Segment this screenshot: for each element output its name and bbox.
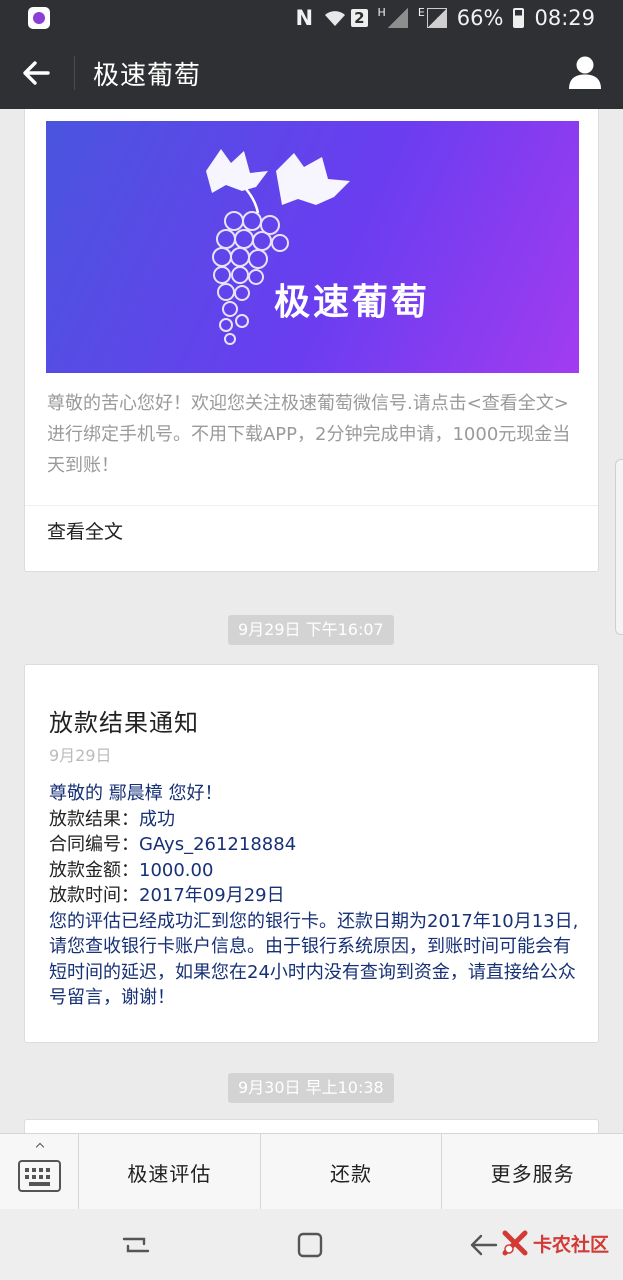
notice-date: 9月29日 — [49, 746, 112, 765]
notice-contract-row: 合同编号：GAys_261218884 — [49, 832, 579, 858]
result-label: 放款结果： — [49, 808, 139, 830]
back-arrow-icon[interactable] — [18, 54, 56, 92]
e-tag: E — [417, 6, 425, 19]
message-feed[interactable]: 极速葡萄 尊敬的苦心您好！欢迎您关注极速葡萄微信号.请点击<查看全文>进行绑定手… — [0, 109, 623, 1133]
read-full-text-link[interactable]: 查看全文 — [47, 517, 123, 544]
caret-up-icon — [35, 1142, 45, 1152]
banner-title: 极速葡萄 — [274, 282, 431, 323]
kanong-logo-icon — [502, 1230, 528, 1256]
next-card[interactable] — [24, 1119, 599, 1133]
contract-value: GAys_261218884 — [139, 834, 297, 855]
battery-percent: 66% — [456, 6, 504, 30]
signal-icon-2 — [426, 8, 447, 28]
watermark-text: 卡农社区 — [532, 1233, 609, 1256]
time-label: 放款时间： — [49, 885, 139, 906]
scroll-handle[interactable] — [615, 459, 623, 635]
keyboard-icon — [18, 1160, 61, 1192]
battery-icon — [513, 8, 525, 28]
notice-amount-row: 放款金额：1000.00 — [49, 858, 579, 884]
menu-bar: 极速评估 还款 更多服务 — [0, 1133, 623, 1210]
notice-card[interactable]: 放款结果通知 9月29日 尊敬的 鄢晨樟 您好！ 放款结果：成功 合同编号：GA… — [24, 664, 599, 1043]
notice-title: 放款结果通知 — [49, 709, 199, 737]
notice-paragraph: 您的评估已经成功汇到您的银行卡。还款日期为2017年10月13日,请您查收银行卡… — [49, 910, 579, 1009]
clock: 08:29 — [534, 6, 595, 30]
time-value: 2017年09月29日 — [139, 885, 285, 906]
notice-result-row: 放款结果：成功 — [49, 807, 579, 833]
status-bar: N 2 H E 66% 08:29 — [0, 0, 623, 36]
signal-icon — [387, 8, 408, 28]
keyboard-toggle-button[interactable] — [0, 1134, 79, 1210]
watermark: 卡农社区 — [501, 1229, 609, 1257]
card-divider — [25, 505, 598, 506]
home-icon[interactable] — [292, 1227, 328, 1263]
notice-greeting: 尊敬的 鄢晨樟 您好！ — [49, 783, 223, 804]
page-title: 极速葡萄 — [93, 61, 202, 91]
timestamp-2: 9月30日 早上10:38 — [228, 1073, 394, 1103]
title-bar: 极速葡萄 — [0, 36, 623, 109]
amount-label: 放款金额： — [49, 859, 139, 881]
notice-body: 尊敬的 鄢晨樟 您好！ 放款结果：成功 合同编号：GAys_261218884 … — [49, 781, 579, 1011]
article-card[interactable]: 极速葡萄 尊敬的苦心您好！欢迎您关注极速葡萄微信号.请点击<查看全文>进行绑定手… — [24, 109, 599, 572]
amount-value: 1000.00 — [139, 859, 214, 881]
article-banner[interactable]: 极速葡萄 — [46, 121, 579, 373]
grape-logo-icon — [206, 149, 350, 345]
timestamp-1: 9月29日 下午16:07 — [228, 615, 394, 645]
menu-item-quick-assess[interactable]: 极速评估 — [79, 1134, 261, 1210]
recent-apps-icon[interactable] — [118, 1227, 154, 1263]
menu-item-more-services[interactable]: 更多服务 — [442, 1134, 623, 1210]
h-tag: H — [377, 6, 386, 19]
contract-label: 合同编号： — [49, 834, 139, 855]
status-indicators: N 2 H E 66% 08:29 — [296, 0, 595, 36]
notice-time-row: 放款时间：2017年09月29日 — [49, 883, 579, 909]
wifi-icon — [325, 11, 346, 26]
app-notification-icon — [28, 7, 50, 29]
nfc-icon: N — [295, 6, 314, 30]
menu-item-repay[interactable]: 还款 — [261, 1134, 443, 1210]
profile-icon[interactable] — [567, 54, 603, 90]
network-tag: 2 — [351, 9, 368, 27]
system-nav-bar: 卡农社区 — [0, 1209, 623, 1280]
article-digest: 尊敬的苦心您好！欢迎您关注极速葡萄微信号.请点击<查看全文>进行绑定手机号。不用… — [47, 393, 571, 476]
system-back-icon[interactable] — [466, 1227, 502, 1263]
result-value: 成功 — [139, 808, 175, 830]
title-divider — [74, 56, 75, 90]
